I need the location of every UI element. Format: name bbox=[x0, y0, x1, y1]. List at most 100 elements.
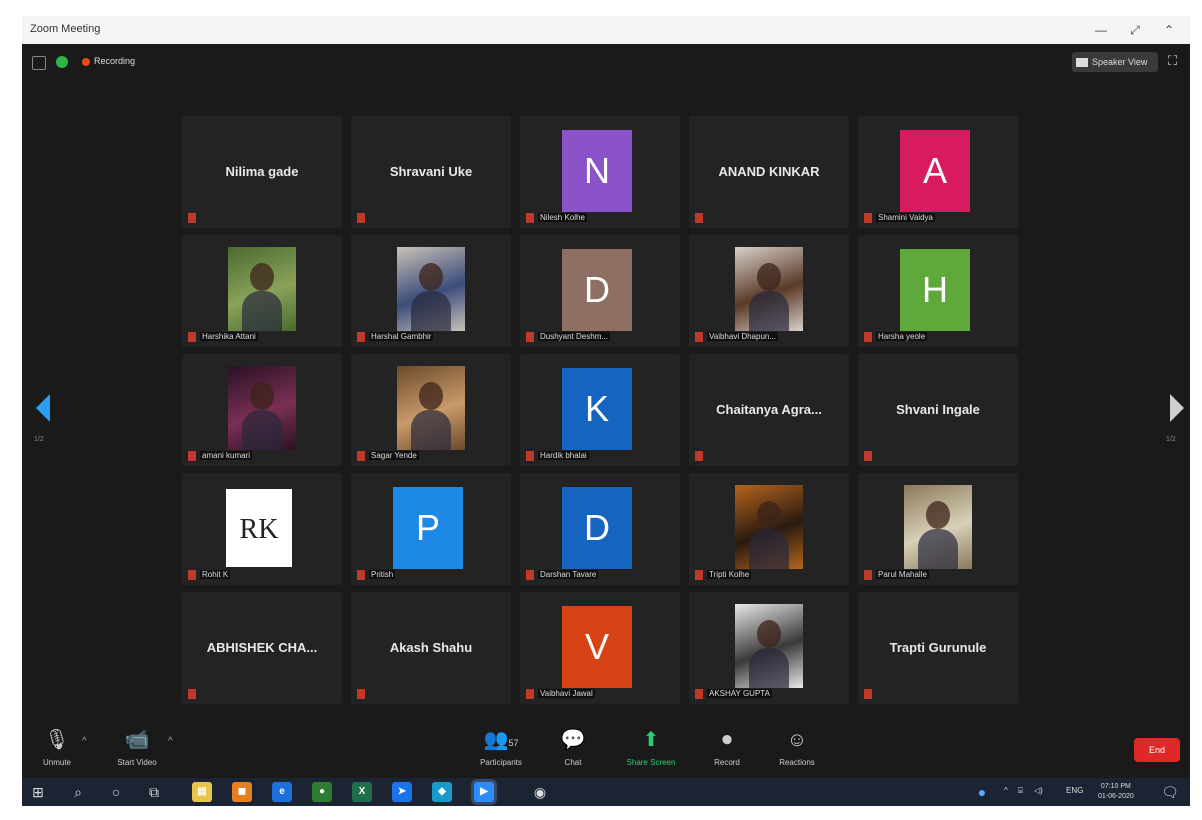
participant-tile[interactable]: ANAND KINKAR bbox=[689, 116, 849, 228]
participant-tile[interactable]: A Shamini Vaidya bbox=[858, 116, 1018, 228]
participant-tile[interactable]: Akash Shahu bbox=[351, 592, 511, 704]
previous-page-button[interactable] bbox=[32, 388, 56, 428]
excel-icon[interactable]: X bbox=[352, 782, 372, 802]
reactions-label: Reactions bbox=[779, 758, 815, 767]
system-clock[interactable]: 07:10 PM 01-06-2020 bbox=[1098, 782, 1134, 802]
reactions-button[interactable]: ☺ Reactions bbox=[762, 728, 832, 767]
mic-muted-icon bbox=[188, 450, 196, 461]
mic-muted-icon bbox=[864, 569, 872, 580]
photo-person-head bbox=[419, 263, 443, 291]
participant-tile[interactable]: RK Rohit K bbox=[182, 473, 342, 585]
start-video-button[interactable]: 📹 Start Video bbox=[102, 728, 172, 767]
app-circle-icon[interactable]: ◉ bbox=[530, 782, 550, 802]
participant-display-name: Akash Shahu bbox=[389, 640, 473, 655]
share-screen-button[interactable]: ⬆ Share Screen bbox=[616, 728, 686, 767]
participant-tile[interactable]: amani kumari bbox=[182, 354, 342, 466]
arrow-right-icon bbox=[1170, 394, 1184, 422]
next-page-button[interactable] bbox=[1164, 388, 1188, 428]
chrome-browser-icon[interactable]: ● bbox=[312, 782, 332, 802]
tray-expand-icon[interactable]: ^ bbox=[1004, 786, 1008, 795]
notifications-icon[interactable]: 🗨 bbox=[1160, 782, 1180, 802]
participant-tile[interactable]: V Vaibhavi Jawal bbox=[520, 592, 680, 704]
zoom-taskbar-icon[interactable]: ▶ bbox=[474, 782, 494, 802]
participant-name-label: amani kumari bbox=[200, 451, 253, 460]
network-icon[interactable]: ⌸ bbox=[1018, 786, 1023, 796]
video-options-caret-icon[interactable]: ^ bbox=[168, 736, 173, 747]
security-shield-icon[interactable] bbox=[56, 56, 68, 68]
edge-browser-icon[interactable]: e bbox=[272, 782, 292, 802]
participant-photo bbox=[904, 485, 972, 569]
participant-tile[interactable]: Harshika Attani bbox=[182, 235, 342, 347]
participants-button[interactable]: 👥57 Participants bbox=[466, 728, 536, 767]
restore-button[interactable]: ⤢ bbox=[1124, 20, 1146, 40]
participant-tile[interactable]: H Harsha yeole bbox=[858, 235, 1018, 347]
photo-person-head bbox=[757, 620, 781, 648]
volume-icon[interactable]: ◁) bbox=[1034, 786, 1043, 795]
mic-muted-icon bbox=[864, 331, 872, 342]
participant-name-label: Shamini Vaidya bbox=[876, 213, 935, 222]
participant-tile[interactable]: Sagar Yende bbox=[351, 354, 511, 466]
participant-tile[interactable]: Vaibhavi Dhapun... bbox=[689, 235, 849, 347]
language-indicator[interactable]: ENG bbox=[1066, 786, 1083, 795]
participant-photo bbox=[735, 247, 803, 331]
photo-person-body bbox=[918, 529, 958, 569]
search-icon[interactable]: ⌕ bbox=[68, 782, 88, 802]
unmute-button[interactable]: 🎙 Unmute bbox=[22, 728, 92, 767]
participant-tile[interactable]: Harshal Gambhir bbox=[351, 235, 511, 347]
mic-muted-icon bbox=[357, 569, 365, 580]
participant-tile[interactable]: Nilima gade bbox=[182, 116, 342, 228]
participant-tile[interactable]: P Pritish bbox=[351, 473, 511, 585]
participant-tile[interactable]: ABHISHEK CHA... bbox=[182, 592, 342, 704]
minimize-button[interactable]: — bbox=[1090, 20, 1112, 40]
app-blue-icon[interactable]: ◆ bbox=[432, 782, 452, 802]
mic-muted-icon bbox=[695, 212, 703, 223]
mic-muted-icon bbox=[864, 212, 872, 223]
participant-tile[interactable]: N Nilesh Kolhe bbox=[520, 116, 680, 228]
user-tray-icon[interactable]: ● bbox=[972, 782, 992, 802]
window-caret-button[interactable]: ⌃ bbox=[1158, 20, 1180, 40]
fullscreen-icon[interactable]: ⛶ bbox=[1168, 54, 1182, 68]
participant-tile[interactable]: AKSHAY GUPTA bbox=[689, 592, 849, 704]
telegram-icon[interactable]: ➤ bbox=[392, 782, 412, 802]
participant-tile[interactable]: Shravani Uke bbox=[351, 116, 511, 228]
participant-photo bbox=[397, 247, 465, 331]
participant-display-name: Shvani Ingale bbox=[896, 402, 980, 417]
meeting-info-icon[interactable] bbox=[32, 56, 46, 70]
participant-display-name: Nilima gade bbox=[225, 164, 299, 179]
audio-options-caret-icon[interactable]: ^ bbox=[82, 736, 87, 747]
participant-tile[interactable]: K Hardik bhalai bbox=[520, 354, 680, 466]
participant-tile[interactable]: Chaitanya Agra... bbox=[689, 354, 849, 466]
end-meeting-button[interactable]: End bbox=[1134, 738, 1180, 762]
participant-tile[interactable]: D Dushyant Deshm... bbox=[520, 235, 680, 347]
participant-name-label: Rohit K bbox=[200, 570, 231, 579]
participant-tile[interactable]: Trapti Gurunule bbox=[858, 592, 1018, 704]
windows-start-icon[interactable]: ⊞ bbox=[28, 782, 48, 802]
photo-person-head bbox=[250, 382, 274, 410]
participant-tile[interactable]: Shvani Ingale bbox=[858, 354, 1018, 466]
speaker-view-button[interactable]: Speaker View bbox=[1072, 52, 1158, 72]
participant-tile[interactable]: D Darshan Tavare bbox=[520, 473, 680, 585]
mic-muted-icon bbox=[695, 331, 703, 342]
chat-icon: 💬 bbox=[560, 729, 586, 751]
file-explorer-icon[interactable]: ▤ bbox=[192, 782, 212, 802]
participant-name-tag: Parul Mahalle bbox=[864, 569, 929, 581]
cortana-icon[interactable]: ○ bbox=[106, 782, 126, 802]
participant-name-label: Sagar Yende bbox=[369, 451, 419, 460]
participant-photo bbox=[735, 604, 803, 688]
participant-avatar: D bbox=[562, 487, 632, 569]
participant-name-tag: Rohit K bbox=[188, 569, 231, 581]
participants-icon: 👥57 bbox=[483, 729, 519, 751]
app-orange-icon[interactable]: ◼ bbox=[232, 782, 252, 802]
meeting-controls: 🎙 Unmute ^ 📹 Start Video ^ 👥57 Participa… bbox=[22, 722, 1190, 778]
participant-tile[interactable]: Parul Mahalle bbox=[858, 473, 1018, 585]
mic-muted-icon bbox=[695, 688, 703, 699]
mic-muted-icon bbox=[526, 569, 534, 580]
participant-display-name: Trapti Gurunule bbox=[889, 640, 987, 655]
record-button[interactable]: ⏺ Record bbox=[692, 728, 762, 767]
photo-person-body bbox=[749, 648, 789, 688]
task-view-icon[interactable]: ⧉ bbox=[144, 782, 164, 802]
participant-tile[interactable]: Tripti Kolhe bbox=[689, 473, 849, 585]
meeting-top-bar: Recording Speaker View ⛶ bbox=[22, 44, 1190, 82]
chat-button[interactable]: 💬 Chat bbox=[538, 728, 608, 767]
participant-avatar: V bbox=[562, 606, 632, 688]
